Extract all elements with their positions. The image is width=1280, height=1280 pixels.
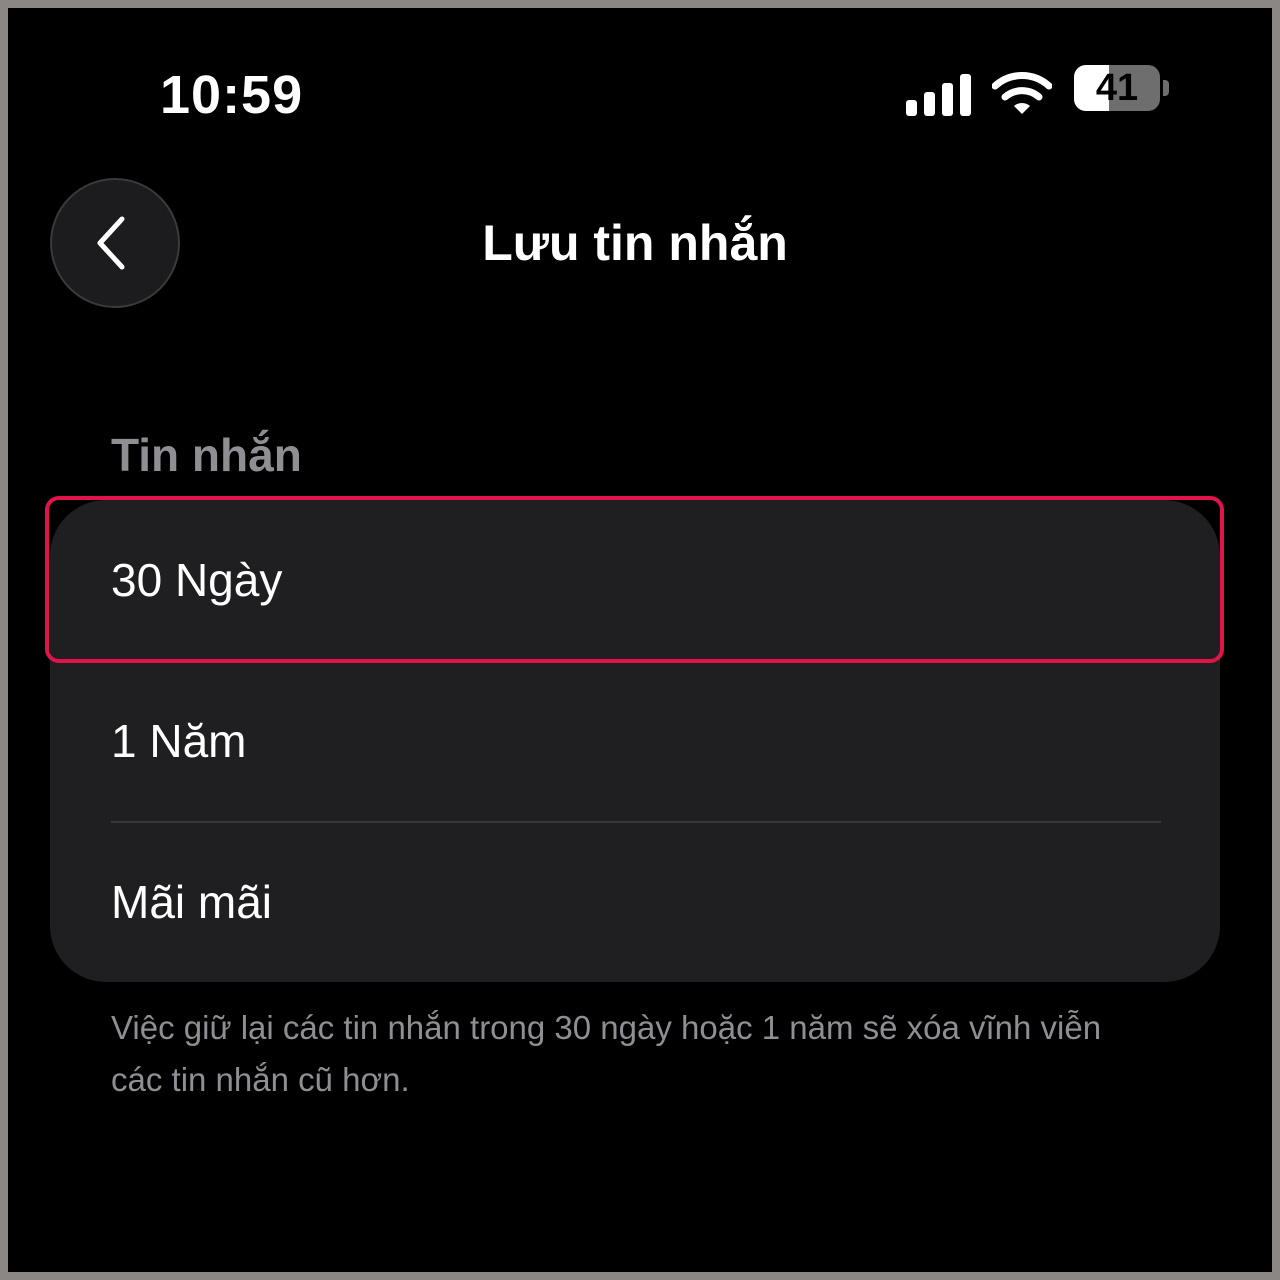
signal-icon	[906, 74, 971, 116]
status-time: 10:59	[160, 65, 304, 125]
battery-icon: 41	[1074, 65, 1170, 111]
status-bar: 10:59 41	[8, 8, 1272, 158]
option-forever[interactable]: Mãi mãi	[50, 822, 1220, 982]
page-title: Lưu tin nhắn	[482, 215, 788, 271]
option-30-days[interactable]: 30 Ngày	[50, 500, 1220, 660]
wifi-icon	[992, 72, 1052, 114]
battery-level: 41	[1095, 67, 1139, 109]
option-1-year[interactable]: 1 Năm	[50, 661, 1220, 821]
battery-cap	[1163, 80, 1169, 96]
retention-options-list: 30 Ngày 1 Năm Mãi mãi	[50, 500, 1220, 982]
footnote: Việc giữ lại các tin nhắn trong 30 ngày …	[111, 1009, 1102, 1098]
section-label: Tin nhắn	[111, 429, 302, 481]
phone-screen: 10:59 41 Lưu tin nhắn Tin nhắn 30 Ngày 1…	[8, 8, 1272, 1272]
battery-body: 41	[1074, 65, 1160, 111]
